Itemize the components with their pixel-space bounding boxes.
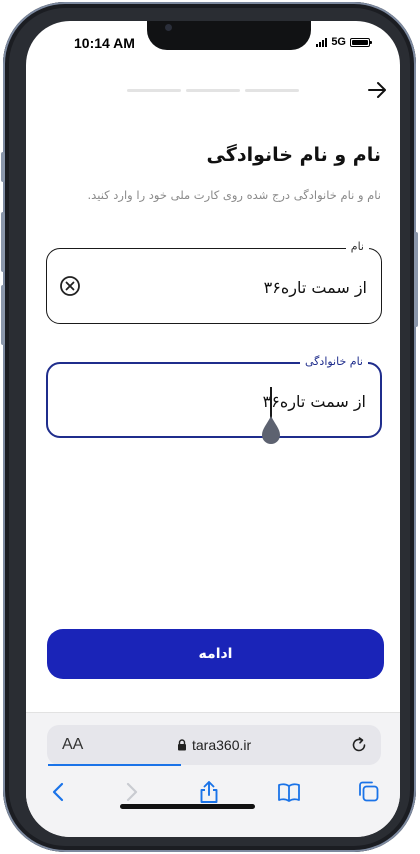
- volume-up-button: [1, 212, 5, 272]
- progress-segment: [127, 89, 181, 92]
- screen: 10:14 AM 5G نام و نام خانوادگی نام و نام…: [26, 21, 400, 837]
- forward-icon: [126, 782, 138, 802]
- last-name-label: نام خانوادگی: [300, 355, 368, 368]
- mute-switch: [1, 152, 5, 182]
- clear-icon[interactable]: [59, 275, 81, 297]
- tabs-icon[interactable]: [356, 779, 382, 805]
- first-name-input[interactable]: از سمت تاره۳۶: [264, 278, 367, 297]
- network-type: 5G: [331, 36, 346, 48]
- url-display[interactable]: tara360.ir: [177, 737, 251, 753]
- address-bar[interactable]: AA tara360.ir: [47, 725, 381, 765]
- first-name-label: نام: [345, 240, 369, 253]
- step-progress: [127, 89, 299, 92]
- phone-frame: 10:14 AM 5G نام و نام خانوادگی نام و نام…: [1, 2, 418, 852]
- url-text: tara360.ir: [192, 737, 252, 753]
- page-title: نام و نام خانوادگی: [206, 144, 381, 166]
- power-button: [414, 232, 418, 327]
- last-name-field[interactable]: نام خانوادگی از سمت تاره۳۶: [46, 355, 382, 444]
- back-arrow-icon[interactable]: [366, 79, 388, 101]
- continue-button[interactable]: ادامه: [47, 629, 384, 679]
- last-name-input[interactable]: از سمت تاره۳۶: [263, 392, 366, 411]
- home-indicator: [120, 804, 255, 809]
- volume-down-button: [1, 285, 5, 345]
- progress-segment: [245, 89, 299, 92]
- page-subtitle: نام و نام خانوادگی درج شده روی کارت ملی …: [87, 188, 381, 202]
- share-icon[interactable]: [196, 779, 222, 805]
- back-icon[interactable]: [46, 779, 72, 805]
- status-indicators: 5G: [316, 36, 372, 48]
- browser-bar: AA tara360.ir: [26, 712, 400, 837]
- reader-settings-button[interactable]: AA: [62, 736, 83, 754]
- progress-segment: [186, 89, 240, 92]
- first-name-field[interactable]: نام از سمت تاره۳۶: [46, 240, 382, 324]
- lock-icon: [178, 739, 186, 751]
- battery-icon: [350, 37, 372, 47]
- reload-icon[interactable]: [349, 735, 369, 755]
- bookmarks-icon[interactable]: [276, 779, 302, 805]
- cursor-handle-icon[interactable]: [261, 414, 281, 444]
- status-time: 10:14 AM: [74, 35, 135, 51]
- page-load-indicator: [48, 764, 181, 766]
- signal-icon: [316, 37, 328, 47]
- notch: [147, 21, 311, 50]
